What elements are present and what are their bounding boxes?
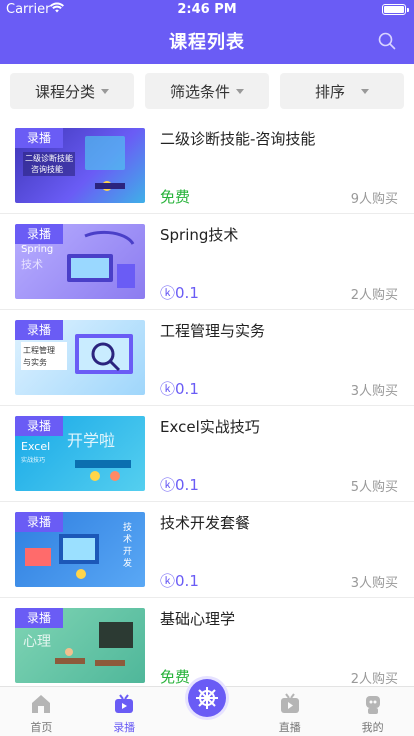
course-thumbnail: 工程管理与实务 录播 [15,320,145,395]
caret-down-icon [101,88,109,94]
tab-live[interactable]: 直播 [248,687,331,736]
svg-text:二级诊断技能: 二级诊断技能 [25,153,73,163]
coin-icon: ⓚ [160,476,176,494]
home-icon [30,693,52,715]
status-bar: Carrier 2:46 PM [0,0,414,20]
coin-icon: ⓚ [160,572,176,590]
caret-down-icon [236,88,244,94]
course-name: Excel实战技巧 [160,418,260,436]
svg-text:发: 发 [123,557,132,569]
tab-label: 首页 [30,721,53,734]
price-value: 0.1 [175,572,199,590]
svg-text:Excel: Excel [21,440,50,453]
recorded-badge: 录播 [15,320,63,340]
coin-icon: ⓚ [160,380,176,398]
live-tv-icon [279,693,301,715]
course-price: ⓚ0.1 [160,570,199,591]
coin-icon: ⓚ [160,284,176,302]
price-value: 0.1 [175,380,199,398]
course-name: 技术开发套餐 [160,514,251,532]
filter-bar: 课程分类 筛选条件 排序 [0,64,414,118]
recorded-badge: 录播 [15,224,63,244]
buyer-count: 2人购买 [350,288,398,303]
course-item[interactable]: 心理 录播 基础心理学 免费 2人购买 [0,598,414,686]
course-item[interactable]: 二级诊断技能 咨询技能 录播 二级诊断技能-咨询技能 免费 9人购买 [0,118,414,214]
course-name: 工程管理与实务 [160,322,266,340]
svg-text:心理: 心理 [23,634,51,650]
svg-text:实战技巧: 实战技巧 [21,456,45,464]
course-thumbnail: 技术开发 录播 [15,512,145,587]
course-price: ⓚ0.1 [160,282,199,303]
course-name: Spring技术 [160,226,239,244]
svg-text:Spring: Spring [21,244,53,255]
course-name: 基础心理学 [160,610,236,628]
status-time: 2:46 PM [177,2,237,17]
course-name: 二级诊断技能-咨询技能 [160,130,316,148]
tab-profile[interactable]: 我的 [331,687,414,736]
tab-recorded[interactable]: 录播 [83,687,166,736]
tab-label: 我的 [361,721,384,734]
course-item[interactable]: 技术开发 录播 技术开发套餐 ⓚ0.1 3人购买 [0,502,414,598]
battery-icon [382,4,409,15]
tab-label: 直播 [278,721,301,734]
price-value: 0.1 [175,476,199,494]
helm-icon [187,679,226,717]
tab-label: 录播 [113,721,136,734]
filter-label: 筛选条件 [169,82,230,101]
course-thumbnail: Spring 技术 录播 [15,224,145,299]
course-list: 二级诊断技能 咨询技能 录播 二级诊断技能-咨询技能 免费 9人购买 Spring… [0,118,414,686]
recorded-badge: 录播 [15,128,63,148]
category-filter-button[interactable]: 课程分类 [10,73,134,109]
caret-down-icon [361,88,369,94]
sort-button[interactable]: 排序 [280,73,404,109]
course-price: 免费 [160,188,191,206]
course-price: ⓚ0.1 [160,378,199,399]
search-icon[interactable] [378,32,396,50]
recorded-badge: 录播 [15,608,63,628]
buyer-count: 5人购买 [350,480,398,495]
svg-text:咨询技能: 咨询技能 [31,164,63,174]
svg-text:工程管理: 工程管理 [23,345,55,355]
course-price: ⓚ0.1 [160,474,199,495]
buyer-count: 3人购买 [350,576,398,591]
svg-text:与实务: 与实务 [23,357,47,367]
filter-label: 课程分类 [34,82,95,101]
buyer-count: 2人购买 [350,672,398,686]
header-bar: Carrier 2:46 PM 课程列表 [0,0,414,64]
recorded-badge: 录播 [15,416,63,436]
course-thumbnail: 二级诊断技能 咨询技能 录播 [15,128,145,203]
buyer-count: 9人购买 [350,192,398,207]
svg-text:术: 术 [123,533,132,545]
svg-text:开: 开 [123,546,132,557]
buyer-count: 3人购买 [350,384,398,399]
course-price: 免费 [160,668,191,686]
tab-bar: 首页 录播 直播 我的 [0,679,414,736]
course-thumbnail: Excel 实战技巧 开学啦 录播 [15,416,145,491]
filter-label: 排序 [314,82,345,101]
tab-center[interactable] [166,679,249,736]
svg-text:开学啦: 开学啦 [67,431,115,450]
course-item[interactable]: Excel 实战技巧 开学啦 录播 Excel实战技巧 ⓚ0.1 5人购买 [0,406,414,502]
svg-text:技术: 技术 [21,258,43,271]
video-icon [113,693,135,715]
course-thumbnail: 心理 录播 [15,608,145,683]
course-item[interactable]: 工程管理 与实务 录播 工程管理与实务 ⓚ0.1 3人购买 [0,310,414,406]
robot-icon [362,693,384,715]
recorded-badge: 录播 [15,512,63,532]
price-value: 0.1 [175,284,199,302]
svg-text:技: 技 [123,521,132,533]
tab-home[interactable]: 首页 [0,687,83,736]
page-title: 课程列表 [169,32,245,53]
condition-filter-button[interactable]: 筛选条件 [145,73,269,109]
course-item[interactable]: Spring 技术 录播 Spring技术 ⓚ0.1 2人购买 [0,214,414,310]
